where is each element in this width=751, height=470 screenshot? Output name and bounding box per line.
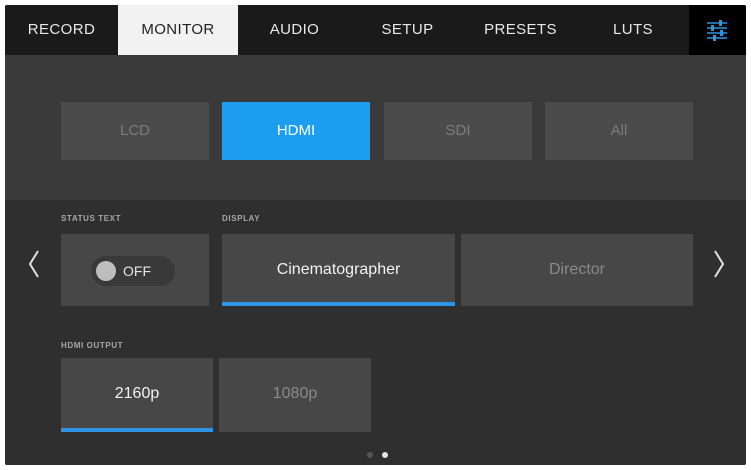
tab-settings[interactable] <box>689 5 746 55</box>
option-label: 2160p <box>114 385 160 402</box>
selected-indicator <box>61 428 213 432</box>
output-all-button[interactable]: All <box>545 102 693 160</box>
option-label: Director <box>548 261 605 278</box>
chevron-right-icon[interactable] <box>712 248 726 280</box>
selected-indicator <box>222 302 455 306</box>
tab-audio[interactable]: AUDIO <box>238 5 351 55</box>
tab-presets[interactable]: PRESETS <box>464 5 577 55</box>
output-selector-panel: LCD HDMI SDI All <box>5 55 746 200</box>
status-text-tile: OFF <box>61 234 209 306</box>
output-lcd-button[interactable]: LCD <box>61 102 209 160</box>
tab-bar: RECORD MONITOR AUDIO SETUP PRESETS LUTS <box>5 5 746 55</box>
settings-panel: STATUS TEXT OFF DISPLAY Cinematographer … <box>5 200 746 465</box>
chevron-left-icon[interactable] <box>27 248 41 280</box>
page-dot-1[interactable] <box>367 452 373 458</box>
toggle-knob <box>96 261 116 281</box>
output-sdi-button[interactable]: SDI <box>384 102 532 160</box>
tab-record[interactable]: RECORD <box>5 5 118 55</box>
hdmi-output-2160p-option[interactable]: 2160p <box>61 358 213 432</box>
sliders-icon <box>707 20 727 41</box>
output-hdmi-button[interactable]: HDMI <box>222 102 370 160</box>
toggle-value: OFF <box>123 263 151 279</box>
display-label: DISPLAY <box>222 214 261 223</box>
tab-luts[interactable]: LUTS <box>577 5 689 55</box>
display-director-option[interactable]: Director <box>461 234 693 306</box>
monitor-settings-screen: RECORD MONITOR AUDIO SETUP PRESETS LUTS <box>5 5 746 465</box>
page-dot-2[interactable] <box>382 452 388 458</box>
display-cinematographer-option[interactable]: Cinematographer <box>222 234 455 306</box>
tab-setup[interactable]: SETUP <box>351 5 464 55</box>
option-label: Cinematographer <box>276 261 401 278</box>
status-text-toggle[interactable]: OFF <box>91 256 175 286</box>
hdmi-output-1080p-option[interactable]: 1080p <box>219 358 371 432</box>
status-text-label: STATUS TEXT <box>61 214 122 223</box>
hdmi-output-label: HDMI OUTPUT <box>61 341 124 350</box>
tab-monitor[interactable]: MONITOR <box>118 5 238 55</box>
option-label: 1080p <box>272 385 318 402</box>
